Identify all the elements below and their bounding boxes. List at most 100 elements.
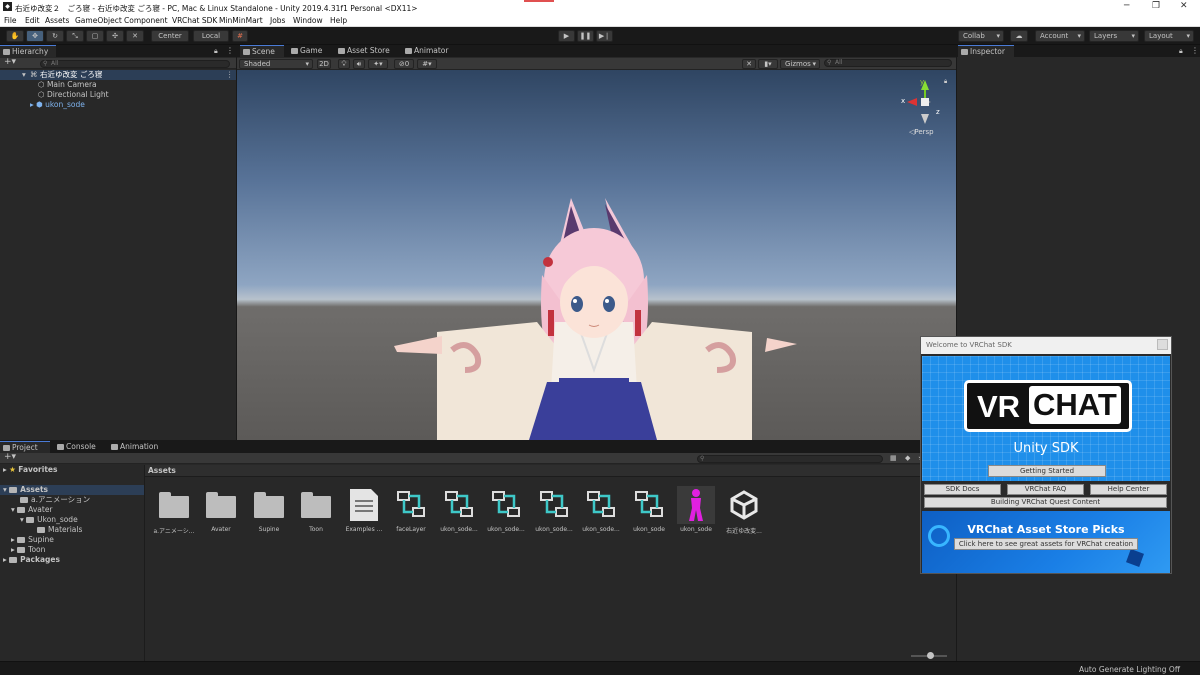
asset-document[interactable]: Examples ... xyxy=(342,488,386,538)
tab-inspector[interactable]: Inspector xyxy=(958,45,1014,57)
breadcrumb-assets[interactable]: Assets xyxy=(148,466,176,475)
quest-content-button[interactable]: Building VRChat Quest Content xyxy=(924,497,1167,508)
menu-file[interactable]: File xyxy=(4,16,17,25)
asset-animator-controller[interactable]: ukon_sode xyxy=(627,488,671,538)
tree-item[interactable]: Materials xyxy=(37,525,82,535)
tree-item[interactable]: ▾ Avater xyxy=(11,505,53,515)
lock-icon[interactable]: 🔒︎ xyxy=(214,47,218,56)
audio-icon[interactable]: 🔊︎ xyxy=(353,59,365,69)
gizmos-dropdown[interactable]: Gizmos ▾ xyxy=(780,59,820,69)
asset-folder[interactable]: Supine xyxy=(247,488,291,538)
help-center-button[interactable]: Help Center xyxy=(1090,484,1167,495)
tree-item[interactable]: ▸ Toon xyxy=(11,545,45,555)
tab-game[interactable]: Game xyxy=(288,45,328,57)
menu-dots-icon[interactable]: ⋮ xyxy=(226,70,234,80)
asset-scene[interactable]: 右近ゆ改変... xyxy=(722,488,766,538)
cloud-icon[interactable]: ☁ xyxy=(1010,30,1028,42)
menu-dots-icon[interactable]: ⋮ xyxy=(1191,46,1199,55)
hand-tool-icon[interactable]: ✋ xyxy=(6,30,24,42)
close-icon[interactable]: ✕ xyxy=(1180,1,1188,11)
tree-packages[interactable]: ▸ Packages xyxy=(3,555,60,565)
asset-store-button[interactable]: Click here to see great assets for VRCha… xyxy=(954,538,1138,550)
play-icon[interactable]: ▶ xyxy=(558,30,575,42)
close-icon[interactable] xyxy=(1157,339,1168,350)
scale-tool-icon[interactable]: ⤡ xyxy=(66,30,84,42)
hierarchy-item[interactable]: ▸ ⬢ ukon_sode xyxy=(30,100,85,110)
2d-toggle[interactable]: 2D xyxy=(317,59,331,69)
pause-icon[interactable]: ❚❚ xyxy=(577,30,594,42)
hierarchy-item[interactable]: ⬡ Directional Light xyxy=(38,90,109,100)
orientation-gizmo[interactable] xyxy=(907,80,931,124)
restore-icon[interactable]: ❐ xyxy=(1152,1,1160,11)
menu-window[interactable]: Window xyxy=(293,16,323,25)
tree-assets[interactable]: ▾ Assets xyxy=(0,485,144,495)
lighting-icon[interactable]: 💡︎ xyxy=(338,59,350,69)
asset-folder[interactable]: Toon xyxy=(294,488,338,538)
scene-viewport[interactable]: y x z 🔒︎ ◁Persp xyxy=(237,70,956,440)
tab-animation[interactable]: Animation xyxy=(108,441,164,453)
tab-animator[interactable]: Animator xyxy=(402,45,452,57)
hidden-objects-toggle[interactable]: ⊘0 xyxy=(394,59,414,69)
custom-tool-icon[interactable]: ✕ xyxy=(126,30,144,42)
layout-dropdown[interactable]: Layout ▾ xyxy=(1144,30,1194,42)
grid-toggle-icon[interactable]: #▾ xyxy=(417,59,437,69)
create-icon[interactable]: +▾ xyxy=(4,452,16,462)
asset-animator-controller[interactable]: ukon_sode... xyxy=(579,488,623,538)
tools-icon[interactable]: ✕ xyxy=(742,59,756,69)
sdk-docs-button[interactable]: SDK Docs xyxy=(924,484,1001,495)
tab-scene[interactable]: Scene xyxy=(240,45,284,57)
lock-icon[interactable]: 🔒︎ xyxy=(944,78,947,86)
minimize-icon[interactable]: ─ xyxy=(1124,1,1129,11)
asset-store-banner[interactable]: VRChat Asset Store Picks Click here to s… xyxy=(922,511,1170,573)
rect-tool-icon[interactable]: ▢ xyxy=(86,30,104,42)
asset-folder[interactable]: a.アニメーシ... xyxy=(152,488,196,538)
lighting-status[interactable]: Auto Generate Lighting Off xyxy=(1079,665,1180,674)
tree-item[interactable]: ▸ Supine xyxy=(11,535,54,545)
tab-asset-store[interactable]: Asset Store xyxy=(335,45,395,57)
tree-item[interactable]: ▾ Ukon_sode xyxy=(20,515,78,525)
step-icon[interactable]: ▶❘ xyxy=(596,30,613,42)
hierarchy-scene-row[interactable]: ▾ ⌘ 右近ゆ改変 ごろ寝 ⋮ xyxy=(0,70,236,80)
perspective-label[interactable]: ◁Persp xyxy=(909,128,934,136)
pivot-center-button[interactable]: Center xyxy=(151,30,189,42)
tree-item[interactable]: a.アニメーション xyxy=(20,495,90,505)
vrchat-faq-button[interactable]: VRChat FAQ xyxy=(1007,484,1084,495)
menu-help[interactable]: Help xyxy=(330,16,347,25)
lock-icon[interactable]: 🔒︎ xyxy=(1179,47,1183,56)
asset-animator-controller[interactable]: ukon_sode... xyxy=(437,488,481,538)
transform-tool-icon[interactable]: ✣ xyxy=(106,30,124,42)
menu-vrchat-sdk[interactable]: VRChat SDK xyxy=(172,16,217,25)
tree-favorites[interactable]: ▸ ★ Favorites xyxy=(3,465,57,475)
tab-console[interactable]: Console xyxy=(54,441,104,453)
shading-mode-dropdown[interactable]: Shaded ▾ xyxy=(239,59,313,69)
effects-icon[interactable]: ✦▾ xyxy=(368,59,388,69)
menu-jobs[interactable]: Jobs xyxy=(270,16,285,25)
hierarchy-search-input[interactable]: ⚲ All xyxy=(40,60,230,68)
project-search-input[interactable]: ⚲ xyxy=(697,455,883,463)
asset-animator-controller[interactable]: faceLayer xyxy=(389,488,433,538)
menu-assets[interactable]: Assets xyxy=(45,16,69,25)
camera-icon[interactable]: ▮▾ xyxy=(758,59,778,69)
asset-animator-controller[interactable]: ukon_sode... xyxy=(532,488,576,538)
account-dropdown[interactable]: Account ▾ xyxy=(1035,30,1085,42)
rotate-tool-icon[interactable]: ↻ xyxy=(46,30,64,42)
add-icon[interactable]: +▾ xyxy=(4,57,16,67)
tab-hierarchy[interactable]: Hierarchy xyxy=(0,45,56,57)
collab-dropdown[interactable]: Collab ▾ xyxy=(958,30,1004,42)
filter-label-icon[interactable]: ◆ xyxy=(905,454,910,462)
menu-component[interactable]: Component xyxy=(124,16,168,25)
getting-started-button[interactable]: Getting Started xyxy=(988,465,1106,477)
zoom-slider-knob[interactable] xyxy=(927,652,934,659)
menu-gameobject[interactable]: GameObject xyxy=(75,16,122,25)
menu-edit[interactable]: Edit xyxy=(25,16,40,25)
asset-avatar[interactable]: ukon_sode xyxy=(674,486,718,538)
move-tool-icon[interactable]: ✥ xyxy=(26,30,44,42)
menu-dots-icon[interactable]: ⋮ xyxy=(226,46,234,55)
pivot-local-button[interactable]: Local xyxy=(193,30,229,42)
scene-search-input[interactable]: ⚲ All xyxy=(824,59,952,67)
layers-dropdown[interactable]: Layers ▾ xyxy=(1089,30,1139,42)
snap-icon[interactable]: # xyxy=(232,30,248,42)
hierarchy-item[interactable]: ⬡ Main Camera xyxy=(38,80,97,90)
filter-type-icon[interactable]: ▦ xyxy=(890,454,897,462)
asset-animator-controller[interactable]: ukon_sode... xyxy=(484,488,528,538)
